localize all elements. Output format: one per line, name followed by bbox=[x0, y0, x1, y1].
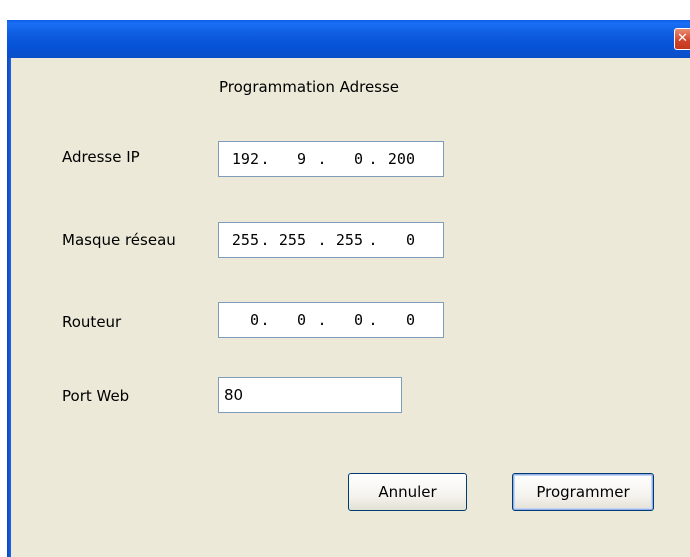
title-bar[interactable]: ✕ bbox=[7, 20, 690, 58]
ip-address-input[interactable]: 192 . 9 . 0 . 200 bbox=[218, 141, 444, 177]
dialog-heading: Programmation Adresse bbox=[219, 78, 400, 96]
ip-dot: . bbox=[368, 150, 378, 168]
close-button[interactable]: ✕ bbox=[674, 28, 690, 50]
router-octet-1[interactable]: 0 bbox=[225, 303, 259, 337]
close-icon: ✕ bbox=[677, 31, 688, 46]
mask-octet-1[interactable]: 255 bbox=[225, 223, 259, 257]
ip-octet-1[interactable]: 192 bbox=[225, 142, 259, 176]
router-dot: . bbox=[260, 311, 270, 329]
ip-octet-3[interactable]: 0 bbox=[329, 142, 363, 176]
ip-address-label: Adresse IP bbox=[62, 148, 140, 166]
router-octet-3[interactable]: 0 bbox=[329, 303, 363, 337]
mask-dot: . bbox=[368, 231, 378, 249]
web-port-input[interactable]: 80 bbox=[218, 377, 402, 413]
mask-octet-2[interactable]: 255 bbox=[272, 223, 306, 257]
router-dot: . bbox=[317, 311, 327, 329]
program-button[interactable]: Programmer bbox=[512, 473, 654, 511]
window-frame-left bbox=[7, 58, 11, 557]
ip-dot: . bbox=[317, 150, 327, 168]
router-input[interactable]: 0 . 0 . 0 . 0 bbox=[218, 302, 444, 338]
mask-octet-3[interactable]: 255 bbox=[329, 223, 363, 257]
mask-octet-4[interactable]: 0 bbox=[381, 223, 415, 257]
mask-dot: . bbox=[317, 231, 327, 249]
ip-octet-2[interactable]: 9 bbox=[272, 142, 306, 176]
web-port-label: Port Web bbox=[62, 387, 130, 405]
subnet-mask-label: Masque réseau bbox=[62, 231, 176, 249]
ip-dot: . bbox=[260, 150, 270, 168]
router-octet-2[interactable]: 0 bbox=[272, 303, 306, 337]
ip-octet-4[interactable]: 200 bbox=[381, 142, 415, 176]
subnet-mask-input[interactable]: 255 . 255 . 255 . 0 bbox=[218, 222, 444, 258]
router-octet-4[interactable]: 0 bbox=[381, 303, 415, 337]
mask-dot: . bbox=[260, 231, 270, 249]
router-label: Routeur bbox=[62, 313, 122, 331]
cancel-button[interactable]: Annuler bbox=[348, 473, 467, 511]
router-dot: . bbox=[368, 311, 378, 329]
